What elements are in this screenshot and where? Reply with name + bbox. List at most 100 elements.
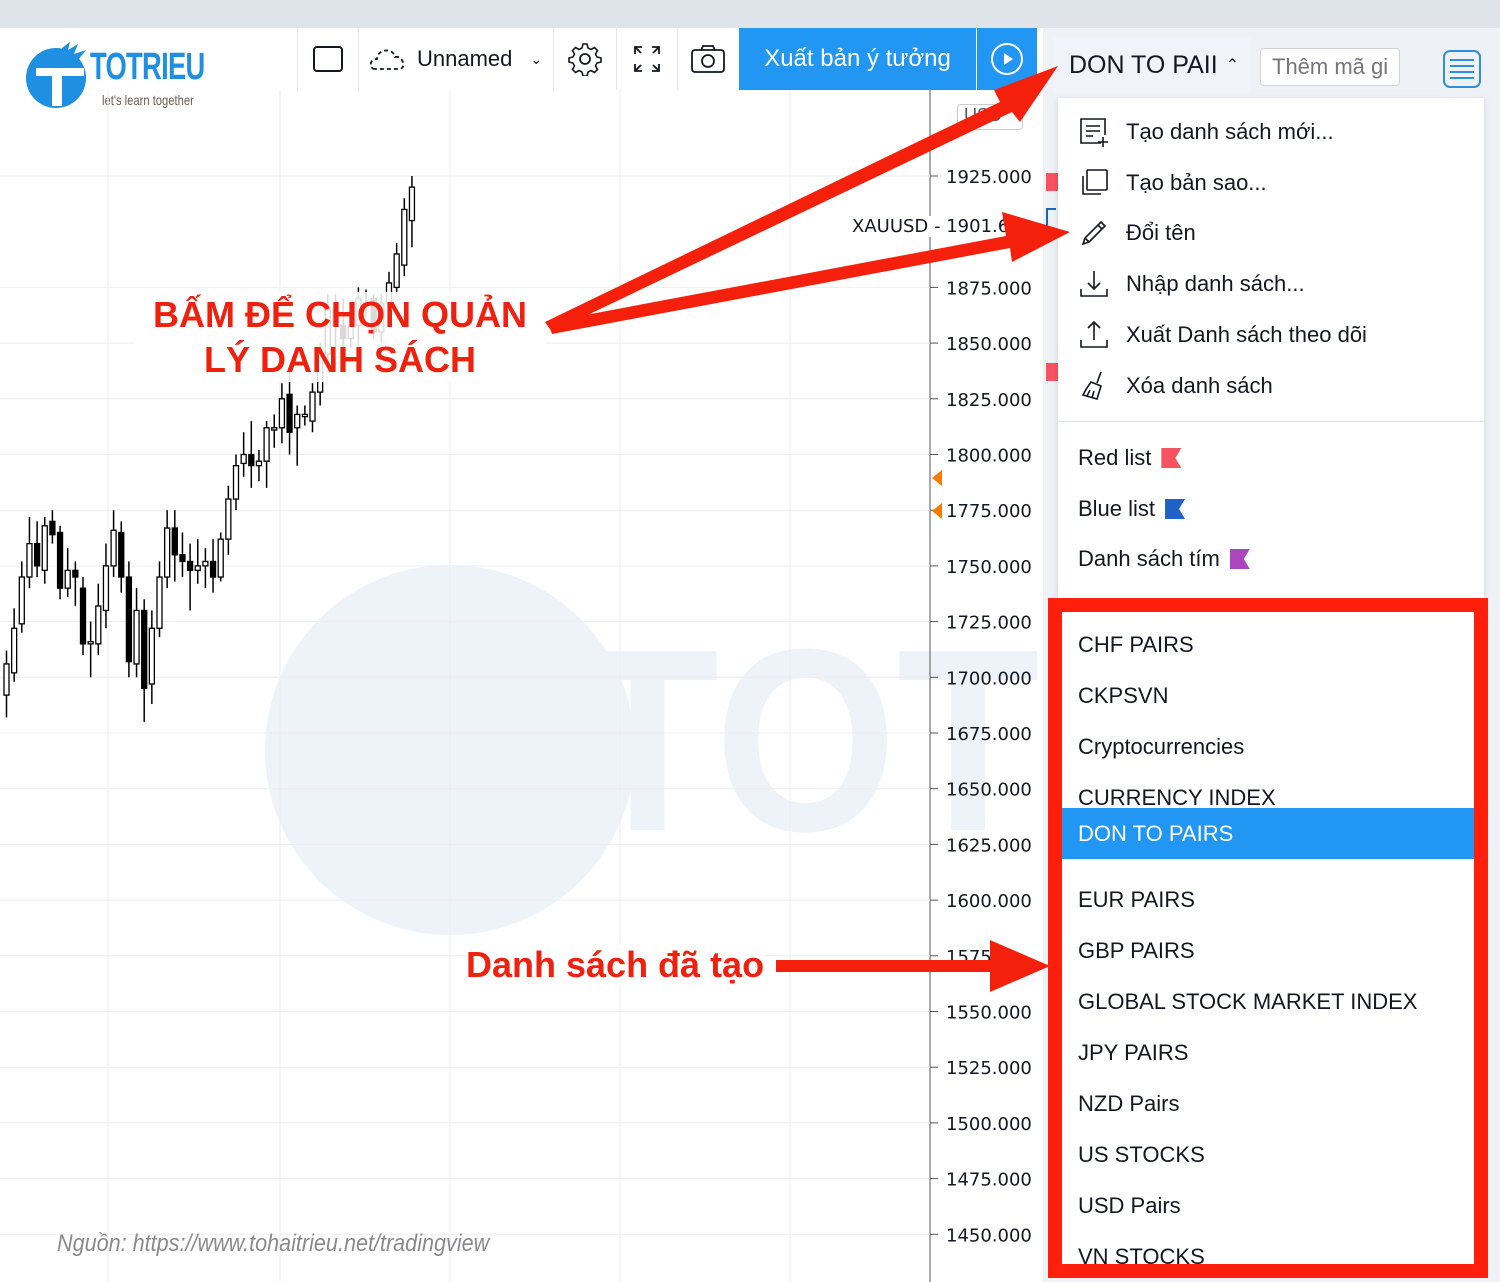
- snapshot-button[interactable]: [678, 28, 738, 90]
- menu-divider: [1058, 421, 1484, 422]
- window-top-strip: [0, 0, 1500, 28]
- menu-item-delete[interactable]: Xóa danh sách: [1058, 361, 1484, 411]
- price-tick-label: 1675.000: [946, 724, 1032, 745]
- menu-item-new-list[interactable]: Tạo danh sách mới...: [1058, 107, 1484, 157]
- menu-item-copy[interactable]: Tạo bản sao...: [1058, 158, 1484, 208]
- list-item[interactable]: EUR PAIRS: [1062, 874, 1474, 925]
- menu-item-export[interactable]: Xuất Danh sách theo dõi: [1058, 310, 1484, 360]
- menu-line: [1450, 71, 1474, 73]
- menu-item-label: Đổi tên: [1126, 220, 1196, 245]
- camera-icon: [691, 45, 725, 73]
- candle: [401, 198, 408, 277]
- price-tick-label: 1775.000: [946, 501, 1032, 522]
- flag-list-purple[interactable]: Danh sách tím: [1078, 534, 1250, 584]
- candle: [148, 610, 156, 705]
- red-flag-marker: [1046, 363, 1058, 381]
- watchlist-dropdown-menu: Tạo danh sách mới... Tạo bản sao... Đổi …: [1058, 98, 1484, 598]
- price-tick-label: 1750.000: [946, 557, 1032, 578]
- price-tick-label: 1650.000: [946, 780, 1032, 801]
- flag-list-label: Blue list: [1078, 496, 1156, 521]
- price-tick-label: 1550.000: [946, 1003, 1032, 1024]
- red-flag-icon: [1161, 448, 1182, 468]
- settings-button[interactable]: [554, 28, 616, 90]
- new-list-icon: [1076, 114, 1112, 150]
- price-tick-label: 1600.000: [946, 891, 1032, 912]
- candle: [56, 525, 64, 600]
- gear-icon: [568, 43, 602, 76]
- list-item[interactable]: US STOCKS: [1062, 1129, 1474, 1180]
- select-box-button[interactable]: [298, 28, 358, 90]
- list-item[interactable]: GLOBAL STOCK MARKET INDEX: [1062, 976, 1474, 1027]
- publish-play-button[interactable]: [977, 28, 1037, 90]
- list-item-active[interactable]: DON TO PAIRS: [1062, 808, 1474, 859]
- watchlist-name: DON TO PAII: [1069, 50, 1218, 79]
- candle: [18, 561, 25, 633]
- layout-selector[interactable]: Unnamed ⌄: [359, 28, 553, 90]
- saved-watchlists: CHF PAIRS CKPSVN Cryptocurrencies CURREN…: [1048, 598, 1488, 1278]
- list-item[interactable]: CHF PAIRS: [1062, 619, 1474, 670]
- candle: [133, 588, 140, 678]
- menu-item-label: Xóa danh sách: [1126, 373, 1273, 398]
- list-item[interactable]: CKPSVN: [1062, 670, 1474, 721]
- list-item[interactable]: NZD Pairs: [1062, 1078, 1474, 1129]
- candle: [309, 383, 316, 433]
- watchlist-menu-button[interactable]: [1443, 50, 1481, 88]
- candle: [209, 539, 217, 593]
- annotation-lists-hint: Danh sách đã tạo: [466, 944, 765, 986]
- layout-name: Unnamed: [417, 46, 513, 71]
- list-item[interactable]: VN STOCKS: [1062, 1231, 1474, 1282]
- candle: [171, 510, 178, 582]
- play-circle-icon: [991, 43, 1023, 75]
- import-icon: [1076, 266, 1112, 302]
- publish-idea-button[interactable]: Xuất bản ý tưởng: [739, 28, 976, 90]
- candle: [72, 561, 79, 607]
- price-tick-label: 1575: [946, 947, 992, 968]
- price-tick-label: 1625.000: [946, 835, 1032, 856]
- watchlist-selector[interactable]: DON TO PAII ⌃: [1053, 37, 1250, 93]
- purple-flag-icon: [1229, 549, 1250, 569]
- price-tick-label: 1725.000: [946, 613, 1032, 634]
- candle: [263, 421, 270, 488]
- candle: [3, 650, 10, 718]
- flag-list-label: Red list: [1078, 445, 1152, 470]
- menu-item-label: Tạo danh sách mới...: [1126, 119, 1334, 144]
- candle: [393, 242, 400, 295]
- candle: [232, 454, 240, 511]
- list-item[interactable]: GBP PAIRS: [1062, 925, 1474, 976]
- price-tick-label: 1500.000: [946, 1114, 1032, 1135]
- symbol-price-label: XAUUSD - 1901.63: [852, 216, 1021, 237]
- logo-text: TOTRIEU: [90, 46, 205, 88]
- candle: [87, 621, 94, 678]
- annotation-click-hint: BẤM ĐỂ CHỌN QUẢN LÝ DANH SÁCH: [135, 292, 545, 382]
- chevron-up-icon: ⌃: [1225, 57, 1240, 74]
- fullscreen-button[interactable]: [617, 28, 677, 90]
- flag-list-label: Danh sách tím: [1078, 546, 1220, 571]
- price-tick-label: 1700.000: [946, 668, 1032, 689]
- candle: [301, 405, 309, 426]
- price-tick-label: 1475.000: [946, 1170, 1032, 1191]
- flag-list-blue[interactable]: Blue list: [1078, 484, 1186, 534]
- candle: [194, 539, 201, 584]
- list-item[interactable]: USD Pairs: [1062, 1180, 1474, 1231]
- pencil-icon: [1076, 215, 1112, 251]
- menu-item-rename[interactable]: Đổi tên: [1058, 208, 1484, 258]
- candle: [49, 510, 56, 544]
- blue-flag-marker: [1046, 208, 1056, 238]
- menu-item-label: Xuất Danh sách theo dõi: [1126, 322, 1367, 347]
- candle: [156, 561, 163, 638]
- alert-marker-icon[interactable]: [932, 503, 942, 519]
- price-tick-label: 1525.000: [946, 1058, 1032, 1079]
- candle: [41, 516, 48, 584]
- alert-marker-icon[interactable]: [932, 470, 942, 486]
- chart-area[interactable]: TOTRIEU 1925.000 1875.000 1850.000 1825.000 1…: [0, 90, 1043, 1282]
- menu-item-import[interactable]: Nhập danh sách...: [1058, 259, 1484, 309]
- candle: [64, 548, 71, 598]
- currency-badge[interactable]: USD: [957, 104, 1023, 130]
- add-symbol-input[interactable]: [1260, 48, 1400, 86]
- list-item[interactable]: Cryptocurrencies: [1062, 721, 1474, 772]
- menu-line: [1450, 59, 1474, 61]
- last-price: 1901.63: [946, 216, 1021, 237]
- source-caption: Nguồn: https://www.tohaitrieu.net/tradin…: [57, 1230, 490, 1257]
- flag-list-red[interactable]: Red list: [1078, 433, 1182, 483]
- list-item[interactable]: JPY PAIRS: [1062, 1027, 1474, 1078]
